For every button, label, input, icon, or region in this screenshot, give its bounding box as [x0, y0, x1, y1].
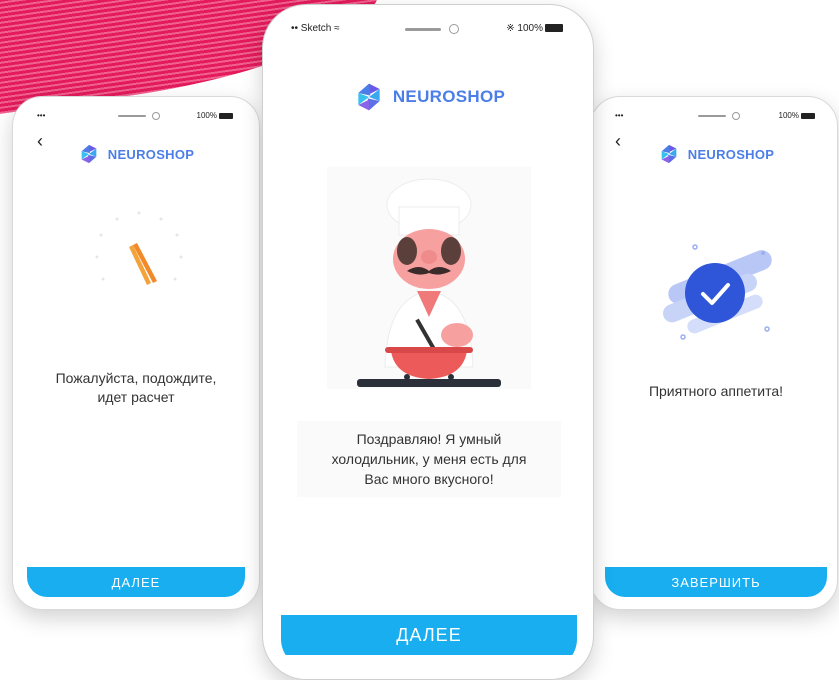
right-phone-screen: ••• 100% ‹ NEUROSHOP Приятного аппетита!… [605, 107, 827, 597]
battery-percent: 100% [778, 111, 799, 120]
finish-button[interactable]: ЗАВЕРШИТЬ [605, 567, 827, 597]
logo-text: NEUROSHOP [107, 146, 195, 162]
battery-status: ※ 100% [506, 23, 563, 34]
carrier-name: Sketch [300, 23, 332, 34]
bluetooth-icon: ※ [506, 23, 515, 34]
next-button[interactable]: ДАЛЕЕ [27, 567, 245, 597]
speaker-icon [698, 115, 726, 117]
wait-message-line-1: Пожалуйста, подождите, [55, 370, 217, 386]
right-phone-frame: ••• 100% ‹ NEUROSHOP Приятного аппетита!… [590, 96, 838, 610]
greeting-line-2: холодильник, у меня есть для [331, 451, 527, 467]
neuroshop-logo-icon [81, 144, 97, 164]
neuroshop-logo-icon [661, 144, 677, 164]
signal-indicator: ••• [615, 111, 624, 120]
wifi-icon: ≈ [334, 23, 340, 34]
brand-logo: NEUROSHOP [281, 81, 577, 113]
battery-icon [219, 112, 233, 119]
carrier-status: •• Sketch ≈ [291, 23, 340, 34]
camera-icon [152, 112, 160, 120]
loading-spinner-icon [95, 211, 183, 285]
greeting-message: Поздравляю! Я умный холодильник, у меня … [297, 421, 561, 497]
left-phone-frame: ••• 100% ‹ NEUROSHOP Пожалуйста, подожди… [12, 96, 260, 610]
battery-icon [801, 112, 815, 119]
logo-text: NEUROSHOP [687, 146, 775, 162]
brand-logo: NEUROSHOP [27, 143, 245, 165]
camera-icon [732, 112, 740, 120]
battery-status: 100% [779, 111, 815, 120]
checkmark-badge-icon [662, 244, 772, 340]
phone-notch [668, 107, 764, 125]
speaker-icon [405, 28, 441, 31]
wait-message: Пожалуйста, подождите, идет расчет [27, 369, 245, 407]
camera-icon [449, 24, 459, 34]
phone-notch [369, 17, 489, 41]
bon-appetit-message: Приятного аппетита! [648, 383, 784, 399]
left-phone-screen: ••• 100% ‹ NEUROSHOP Пожалуйста, подожди… [27, 107, 245, 597]
chef-cooking-illustration [327, 167, 531, 389]
brand-logo: NEUROSHOP [605, 143, 827, 165]
phone-notch [88, 107, 184, 125]
neuroshop-logo-icon [358, 83, 380, 111]
wait-message-line-2: идет расчет [97, 389, 175, 405]
battery-percent: 100% [196, 111, 217, 120]
logo-text: NEUROSHOP [392, 87, 506, 106]
center-phone-screen: •• Sketch ≈ ※ 100% NEUROSHOP Поздравляю!… [281, 17, 577, 669]
battery-icon [545, 24, 563, 33]
signal-indicator: ••• [37, 111, 46, 120]
next-button[interactable]: ДАЛЕЕ [281, 615, 577, 655]
greeting-line-1: Поздравляю! Я умный [356, 431, 502, 447]
battery-percent: 100% [517, 23, 543, 34]
center-phone-frame: •• Sketch ≈ ※ 100% NEUROSHOP Поздравляю!… [262, 4, 594, 680]
battery-status: 100% [197, 111, 233, 120]
greeting-line-3: Вас много вкусного! [364, 471, 494, 487]
speaker-icon [118, 115, 146, 117]
signal-indicator: •• [291, 23, 299, 34]
